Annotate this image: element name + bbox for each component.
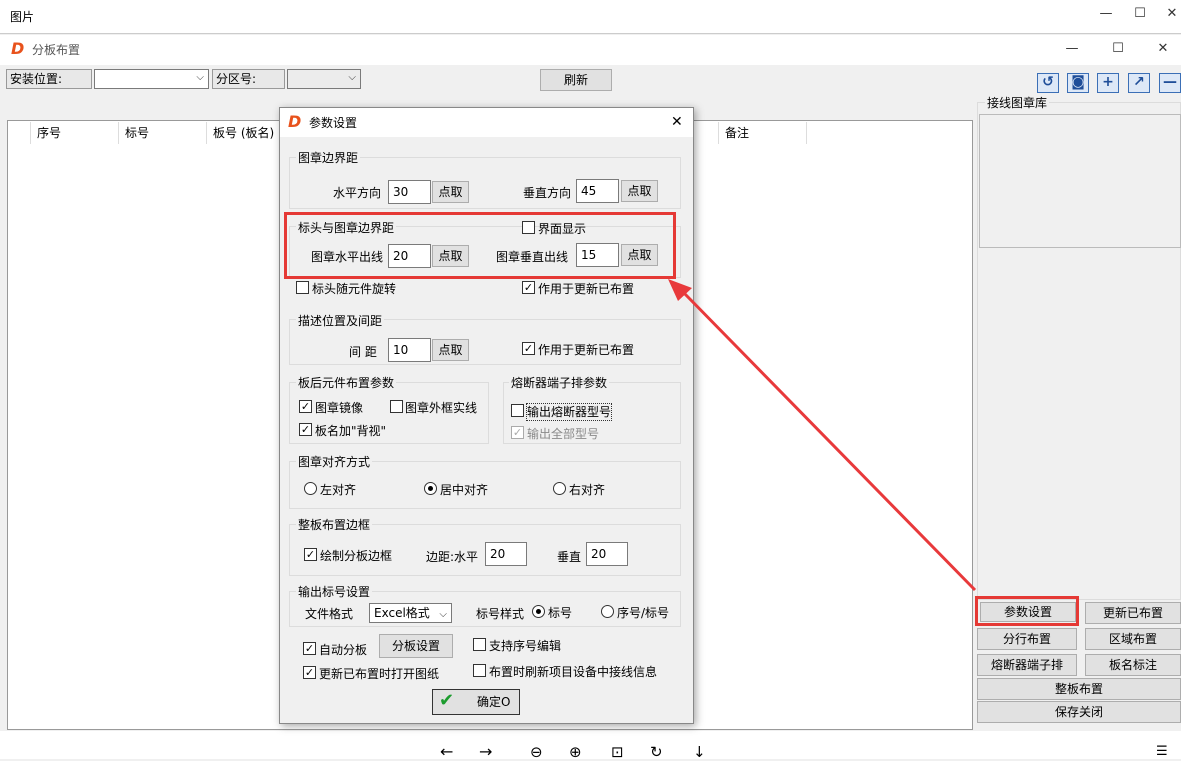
- annotation-arrow: [668, 279, 977, 592]
- annotation-arrow-line: [682, 291, 977, 592]
